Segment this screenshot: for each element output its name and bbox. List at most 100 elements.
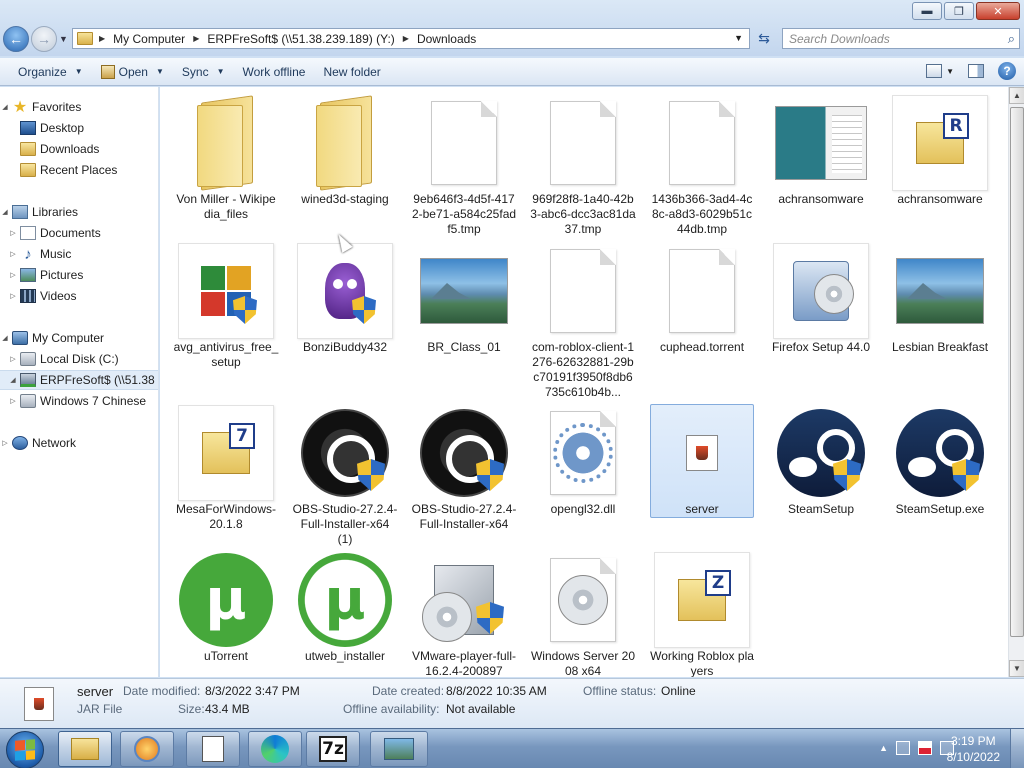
address-bar[interactable]: ▶ My Computer ▶ ERPFreSoft$ (\\51.38.239… [72, 28, 750, 49]
file-item-roblox-client[interactable]: com-roblox-client-1276-62632881-29bc7019… [530, 243, 636, 399]
file-item-working-roblox-players[interactable]: Z Working Roblox players [649, 552, 755, 677]
nav-network-drive[interactable]: ◢ ERPFreSoft$ (\\51.38 [0, 370, 158, 390]
scroll-up-icon[interactable]: ▲ [1009, 87, 1024, 104]
minimize-button[interactable]: ▬ [912, 2, 942, 20]
file-item-bonzibuddy[interactable]: BonziBuddy432 [292, 243, 398, 393]
chevron-right-icon[interactable]: ▶ [193, 34, 199, 43]
file-item-tmp-3[interactable]: 1436b366-3ad4-4c8c-a8d3-6029b51c44db.tmp [649, 95, 755, 245]
file-item-utorrent[interactable]: µ uTorrent [173, 552, 279, 677]
vertical-scrollbar[interactable]: ▲ ▼ [1008, 87, 1024, 677]
network-tray-icon[interactable] [896, 741, 910, 755]
nav-favorites[interactable]: ◢ ★ Favorites [0, 97, 158, 117]
chevron-down-icon[interactable]: ▼ [946, 67, 954, 76]
file-item-opengl32-dll[interactable]: opengl32.dll [530, 405, 636, 555]
file-item-obs-installer-2[interactable]: OBS-Studio-27.2.4-Full-Installer-x64 [411, 405, 517, 555]
breadcrumb-network-drive[interactable]: ERPFreSoft$ (\\51.38.239.189) (Y:) [207, 32, 394, 46]
collapsed-arrow-icon[interactable]: ▷ [8, 229, 18, 237]
nav-libraries[interactable]: ◢ Libraries [0, 202, 158, 222]
file-item-utweb-installer[interactable]: µ utweb_installer [292, 552, 398, 677]
taskbar-java-file[interactable] [186, 731, 240, 767]
file-item-cuphead-torrent[interactable]: cuphead.torrent [649, 243, 755, 393]
taskbar-7zip[interactable]: 7z [306, 731, 360, 767]
file-item-steamsetup-exe[interactable]: SteamSetup.exe [887, 405, 993, 555]
taskbar-explorer[interactable] [58, 731, 112, 767]
expanded-arrow-icon[interactable]: ◢ [0, 103, 10, 111]
back-button[interactable]: ← [3, 26, 29, 52]
nav-videos[interactable]: ▷ Videos [0, 286, 158, 306]
nav-local-disk[interactable]: ▷ Local Disk (C:) [0, 349, 158, 369]
utorrent-icon: µ [297, 552, 393, 648]
refresh-button[interactable]: ⇆ [752, 28, 776, 49]
jar-file-icon [202, 736, 224, 762]
expanded-arrow-icon[interactable]: ◢ [0, 208, 10, 216]
nav-documents[interactable]: ▷ Documents [0, 223, 158, 243]
close-button[interactable]: ✕ [976, 2, 1020, 20]
nav-my-computer[interactable]: ◢ My Computer [0, 328, 158, 348]
file-item-windows-server-2008[interactable]: Windows Server 2008 x64 [530, 552, 636, 677]
search-icon[interactable]: ⌕ [1008, 31, 1015, 47]
nav-recent-places[interactable]: Recent Places [0, 160, 158, 180]
organize-button[interactable]: Organize ▼ [9, 65, 92, 79]
preview-pane-icon[interactable] [968, 64, 984, 78]
start-button[interactable] [6, 731, 44, 768]
file-item-achransomware-image[interactable]: achransomware [768, 95, 874, 245]
collapsed-arrow-icon[interactable]: ▷ [8, 271, 18, 279]
nav-desktop[interactable]: Desktop [0, 118, 158, 138]
collapsed-arrow-icon[interactable]: ▷ [8, 397, 18, 405]
nav-win7-chinese[interactable]: ▷ Windows 7 Chinese [0, 391, 158, 411]
blank-file-icon [654, 95, 750, 191]
breadcrumb-my-computer[interactable]: My Computer [113, 32, 185, 46]
address-dropdown-icon[interactable]: ▼ [734, 33, 743, 43]
work-offline-button[interactable]: Work offline [234, 65, 315, 79]
taskbar-edge[interactable] [248, 731, 302, 767]
file-item-achransomware-archive[interactable]: R achransomware [887, 95, 993, 245]
file-item-br-class-01[interactable]: BR_Class_01 [411, 243, 517, 393]
file-item-vmware-player[interactable]: VMware-player-full-16.2.4-200897 [411, 552, 517, 677]
collapsed-arrow-icon[interactable]: ▷ [8, 250, 18, 258]
chevron-right-icon[interactable]: ▶ [99, 34, 105, 43]
file-item-mesa[interactable]: 7 MesaForWindows-20.1.8 [173, 405, 279, 555]
file-item-lesbian-breakfast[interactable]: Lesbian Breakfast [887, 243, 993, 393]
file-item-von-miller-folder[interactable]: Von Miller - Wikipedia_files [173, 95, 279, 245]
change-view-icon[interactable] [926, 64, 943, 78]
file-item-server-jar[interactable]: server [649, 404, 755, 555]
file-item-avg-setup[interactable]: avg_antivirus_free_setup [173, 243, 279, 393]
expanded-arrow-icon[interactable]: ◢ [8, 376, 18, 384]
photo-viewer-icon [384, 738, 414, 760]
nav-pictures[interactable]: ▷ Pictures [0, 265, 158, 285]
file-item-firefox-setup[interactable]: Firefox Setup 44.0 [768, 243, 874, 393]
expanded-arrow-icon[interactable]: ◢ [0, 334, 10, 342]
recent-pages-dropdown[interactable]: ▼ [59, 34, 68, 44]
show-desktop-button[interactable] [1010, 729, 1024, 768]
new-folder-button[interactable]: New folder [314, 65, 389, 79]
action-center-flag-icon[interactable] [918, 741, 932, 755]
forward-button[interactable]: → [31, 26, 57, 52]
scroll-down-icon[interactable]: ▼ [1009, 660, 1024, 677]
clock[interactable]: 3:19 PM 8/10/2022 [947, 733, 1000, 765]
show-hidden-icons-icon[interactable]: ▲ [879, 743, 888, 753]
scrollbar-thumb[interactable] [1010, 107, 1024, 637]
steam-icon [892, 405, 988, 501]
network-drive-icon [20, 373, 36, 387]
collapsed-arrow-icon[interactable]: ▷ [0, 439, 10, 447]
edge-browser-icon [261, 735, 289, 763]
collapsed-arrow-icon[interactable]: ▷ [8, 292, 18, 300]
sync-button[interactable]: Sync ▼ [173, 65, 234, 79]
help-icon[interactable]: ? [998, 62, 1016, 80]
chevron-right-icon[interactable]: ▶ [403, 34, 409, 43]
file-item-steamsetup[interactable]: SteamSetup [768, 405, 874, 555]
nav-network[interactable]: ▷ Network [0, 433, 158, 453]
collapsed-arrow-icon[interactable]: ▷ [8, 355, 18, 363]
breadcrumb-downloads[interactable]: Downloads [417, 32, 476, 46]
file-item-obs-installer-1[interactable]: OBS-Studio-27.2.4-Full-Installer-x64 (1) [292, 405, 398, 555]
file-item-tmp-1[interactable]: 9eb646f3-4d5f-4172-be71-a584c25fadf5.tmp [411, 95, 517, 245]
taskbar-media-player[interactable] [120, 731, 174, 767]
search-input[interactable]: Search Downloads ⌕ [782, 28, 1020, 49]
file-item-tmp-2[interactable]: 969f28f8-1a40-42b3-abc6-dcc3ac81da37.tmp [530, 95, 636, 245]
maximize-button[interactable]: ❐ [944, 2, 974, 20]
nav-downloads[interactable]: Downloads [0, 139, 158, 159]
taskbar-photo-viewer[interactable] [370, 731, 428, 767]
nav-music[interactable]: ▷ ♪ Music [0, 244, 158, 264]
file-item-wined3d-folder[interactable]: wined3d-staging [292, 95, 398, 245]
open-button[interactable]: Open ▼ [92, 64, 173, 79]
